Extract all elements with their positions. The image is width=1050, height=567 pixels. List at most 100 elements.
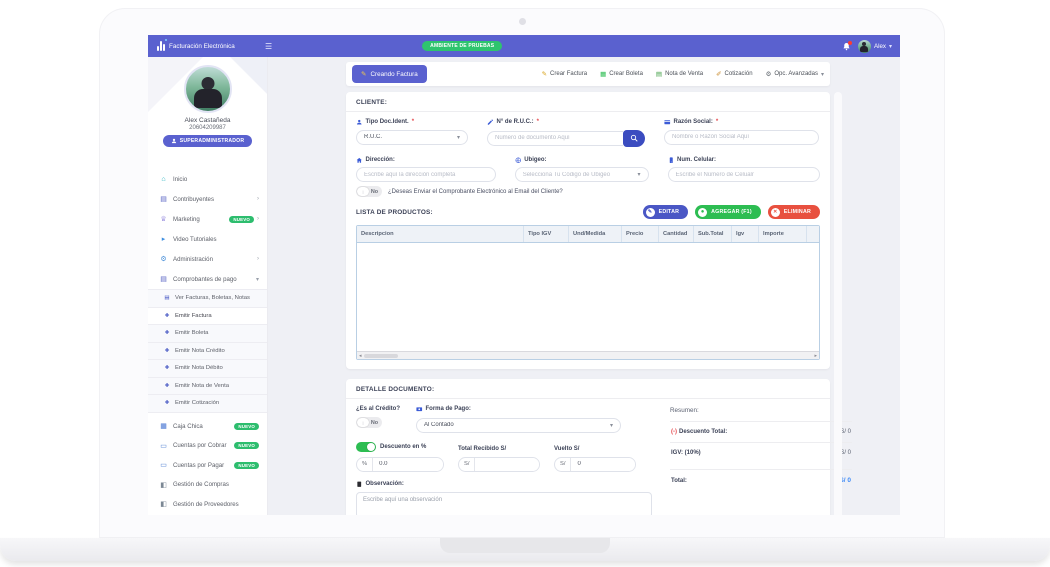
topbar: Facturación Electrónica ☰ AMBIENTE DE PR… bbox=[148, 35, 900, 57]
notifications-button[interactable] bbox=[842, 42, 851, 51]
payment-label: Forma de Pago: bbox=[426, 406, 471, 412]
role-button[interactable]: SUPERADMINISTRADOR bbox=[163, 135, 252, 147]
razon-social-input[interactable] bbox=[672, 134, 811, 140]
delete-button[interactable]: ✕ ELIMINAR bbox=[768, 205, 820, 219]
sidebar-subitem-emitir-boleta[interactable]: ✚ Emitir Boleta bbox=[148, 325, 267, 343]
credit-card-icon: ▭ bbox=[159, 442, 168, 450]
edit-button[interactable]: ✎ EDITAR bbox=[643, 205, 689, 219]
chevron-down-icon: ▾ bbox=[889, 43, 892, 50]
sidebar-item-video-tutoriales[interactable]: ▸ Video Tutoriales bbox=[148, 229, 267, 249]
observation-textarea[interactable] bbox=[356, 492, 652, 515]
scroll-right-icon[interactable]: ▸ bbox=[814, 353, 817, 359]
summary-discount-row: (-) Descuento Total: S/ 0 bbox=[670, 421, 852, 442]
nota-de-venta-button[interactable]: ▤ Nota de Venta bbox=[656, 70, 703, 78]
scroll-left-icon[interactable]: ◂ bbox=[359, 353, 362, 359]
chevron-down-icon: ▾ bbox=[453, 134, 460, 141]
trophy-icon: ♕ bbox=[159, 215, 168, 223]
client-card: CLIENTE: Tipo Doc.Ident. * R.U.C. ▾ bbox=[346, 92, 830, 369]
discount-toggle[interactable] bbox=[356, 442, 376, 452]
hamburger-menu-icon[interactable]: ☰ bbox=[265, 42, 272, 51]
sidebar-item-marketing[interactable]: ♕ Marketing NUEVO › bbox=[148, 209, 267, 229]
bar-chart-logo-icon bbox=[157, 41, 165, 51]
sidebar-subitem-emitir-factura[interactable]: ✚ Emitir Factura bbox=[148, 308, 267, 326]
document-icon: ▤ bbox=[163, 295, 171, 301]
sidebar-user-card: Alex Castañeda 20604209987 SUPERADMINIST… bbox=[148, 57, 267, 165]
summary-panel: Resumen: (-) Descuento Total: S/ 0 IGV: … bbox=[670, 406, 852, 515]
sidebar-subitem-emitir-nota-credito[interactable]: ✚ Emitir Nota Crédito bbox=[148, 343, 267, 361]
sidebar-item-gestion-proveedores[interactable]: ◧ Gestión de Proveedores bbox=[148, 495, 267, 515]
sidebar-subitem-emitir-nota-venta[interactable]: ✚ Emitir Nota de Venta bbox=[148, 378, 267, 396]
sidebar-user-name: Alex Castañeda bbox=[148, 117, 267, 124]
new-badge: NUEVO bbox=[234, 442, 259, 449]
sidebar-subitem-emitir-nota-debito[interactable]: ✚ Emitir Nota Débito bbox=[148, 360, 267, 378]
direccion-input[interactable] bbox=[364, 172, 488, 178]
home-icon bbox=[356, 157, 363, 164]
products-table-header: Descripcion Tipo IGV Und/Medida Precio C… bbox=[357, 226, 819, 243]
pen-icon: ✎ bbox=[542, 70, 547, 78]
cotizacion-button[interactable]: ✐ Cotización bbox=[716, 70, 752, 78]
summary-title: Resumen: bbox=[670, 407, 852, 414]
sidebar-item-inicio[interactable]: ⌂ Inicio bbox=[148, 169, 267, 189]
document-icon: ▤ bbox=[159, 275, 168, 283]
sidebar-item-cuentas-pagar[interactable]: ▭ Cuentas por Pagar NUEVO bbox=[148, 456, 267, 476]
credit-label: ¿Es al Crédito? bbox=[356, 406, 400, 412]
sidebar-item-contribuyentes[interactable]: ▤ Contribuyentes › bbox=[148, 189, 267, 209]
ledger-icon: ▤ bbox=[159, 195, 168, 203]
crear-boleta-button[interactable]: ▦ Crear Boleta bbox=[600, 70, 643, 78]
plus-icon: ✚ bbox=[163, 348, 171, 354]
add-button[interactable]: ● AGREGAR (F1) bbox=[695, 205, 761, 219]
sidebar-subitem-ver-facturas[interactable]: ▤ Ver Facturas, Boletas, Notas bbox=[148, 290, 267, 308]
sidebar-item-gestion-compras[interactable]: ◧ Gestión de Compras bbox=[148, 475, 267, 495]
search-button[interactable] bbox=[623, 130, 645, 147]
sidebar-item-guias-remision[interactable]: ▤ Guías de Remisión › bbox=[148, 514, 267, 515]
x-icon: ✕ bbox=[771, 208, 780, 217]
change-input[interactable] bbox=[571, 458, 635, 471]
plus-icon: ✚ bbox=[163, 383, 171, 389]
plus-icon: ✚ bbox=[163, 330, 171, 336]
brand[interactable]: Facturación Electrónica bbox=[157, 41, 259, 51]
discount-label: Descuento en % bbox=[380, 444, 426, 450]
pencil-icon: ✎ bbox=[646, 208, 655, 217]
laptop-base-notch bbox=[440, 538, 610, 553]
avatar bbox=[858, 40, 871, 53]
doc-type-label: Tipo Doc.Ident. bbox=[366, 119, 409, 125]
sidebar-item-cuentas-cobrar[interactable]: ▭ Cuentas por Cobrar NUEVO bbox=[148, 436, 267, 456]
opciones-avanzadas-button[interactable]: ⚙ Opc. Avanzadas ▾ bbox=[766, 70, 824, 78]
new-badge: NUEVO bbox=[229, 216, 254, 223]
video-icon: ▸ bbox=[159, 235, 168, 243]
plus-icon: ✚ bbox=[163, 313, 171, 319]
sidebar-item-caja-chica[interactable]: ▦ Caja Chica NUEVO bbox=[148, 417, 267, 437]
ubigeo-select[interactable]: Selecciona Tu Código de Ubigeo ▾ bbox=[515, 167, 649, 182]
new-badge: NUEVO bbox=[234, 423, 259, 430]
creating-factura-button[interactable]: ✎ Creando Factura bbox=[352, 65, 427, 83]
credit-card-icon: ▭ bbox=[159, 461, 168, 469]
discount-input[interactable] bbox=[373, 458, 443, 471]
crear-factura-button[interactable]: ✎ Crear Factura bbox=[542, 70, 587, 78]
sidebar-item-administracion[interactable]: ⚙ Administración › bbox=[148, 249, 267, 269]
home-icon: ⌂ bbox=[159, 176, 168, 183]
observation-label: Observación: bbox=[366, 481, 404, 487]
note-icon bbox=[356, 481, 363, 488]
user-menu[interactable]: Alex ▾ bbox=[858, 40, 892, 53]
vertical-scrollbar[interactable] bbox=[834, 92, 842, 515]
doc-type-select[interactable]: R.U.C. ▾ bbox=[356, 130, 468, 145]
credit-toggle[interactable]: | No bbox=[356, 417, 382, 428]
celular-label: Num. Celular: bbox=[677, 157, 716, 163]
horizontal-scrollbar[interactable]: ◂ ▸ bbox=[357, 351, 819, 359]
products-table-body bbox=[357, 243, 819, 351]
brush-icon: ✐ bbox=[716, 70, 721, 78]
celular-input[interactable] bbox=[676, 172, 813, 178]
received-input[interactable] bbox=[475, 458, 539, 471]
document-type-bar: ✎ Creando Factura ✎ Crear Factura ▦ Crea… bbox=[346, 62, 830, 86]
sidebar-item-comprobantes[interactable]: ▤ Comprobantes de pago ▾ bbox=[148, 269, 267, 289]
scrollbar-thumb[interactable] bbox=[364, 354, 398, 358]
email-toggle[interactable]: | No bbox=[356, 186, 382, 197]
ruc-input[interactable] bbox=[495, 135, 616, 141]
pen-icon: ✎ bbox=[361, 70, 366, 78]
ubigeo-label: Ubigeo: bbox=[524, 157, 546, 163]
payment-select[interactable]: Al Contado ▾ bbox=[416, 418, 621, 433]
phone-icon bbox=[668, 157, 675, 164]
sidebar-subitem-emitir-cotizacion[interactable]: ✚ Emitir Cotización bbox=[148, 395, 267, 413]
chevron-right-icon: › bbox=[257, 216, 259, 222]
person-icon bbox=[171, 138, 177, 144]
